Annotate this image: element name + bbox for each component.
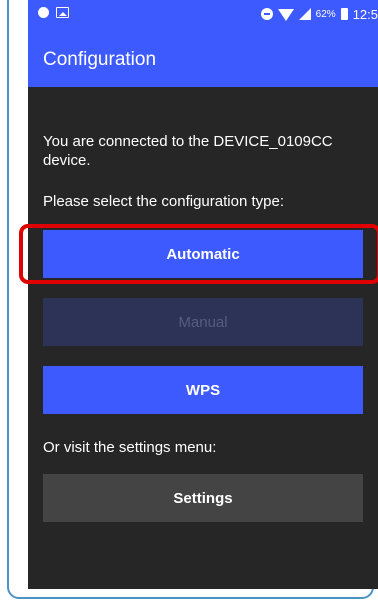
battery-icon <box>340 8 348 20</box>
circle-dot-icon <box>38 7 49 18</box>
wifi-icon <box>277 9 294 21</box>
app-bar: Configuration <box>28 27 378 87</box>
select-type-prompt: Please select the configuration type: <box>43 193 284 210</box>
minus-circle-icon <box>260 8 273 20</box>
wps-button[interactable]: WPS <box>43 366 363 414</box>
settings-prompt: Or visit the settings menu: <box>43 439 217 456</box>
settings-button[interactable]: Settings <box>43 474 363 522</box>
automatic-button[interactable]: Automatic <box>43 230 363 278</box>
connected-device-text: You are connected to the DEVICE_0109CC d… <box>43 133 333 169</box>
page-title: Configuration <box>43 49 157 70</box>
manual-button: Manual <box>43 298 363 346</box>
status-time: 12:5 <box>352 6 378 22</box>
status-icons: 62% 12:5 <box>260 4 378 24</box>
status-bar: 62% 12:5 <box>28 0 378 27</box>
battery-percent: 62% <box>315 8 336 20</box>
signal-icon <box>298 8 311 20</box>
phone-screen: 62% 12:5 Configuration You are connected… <box>28 0 378 589</box>
image-icon <box>56 7 69 18</box>
